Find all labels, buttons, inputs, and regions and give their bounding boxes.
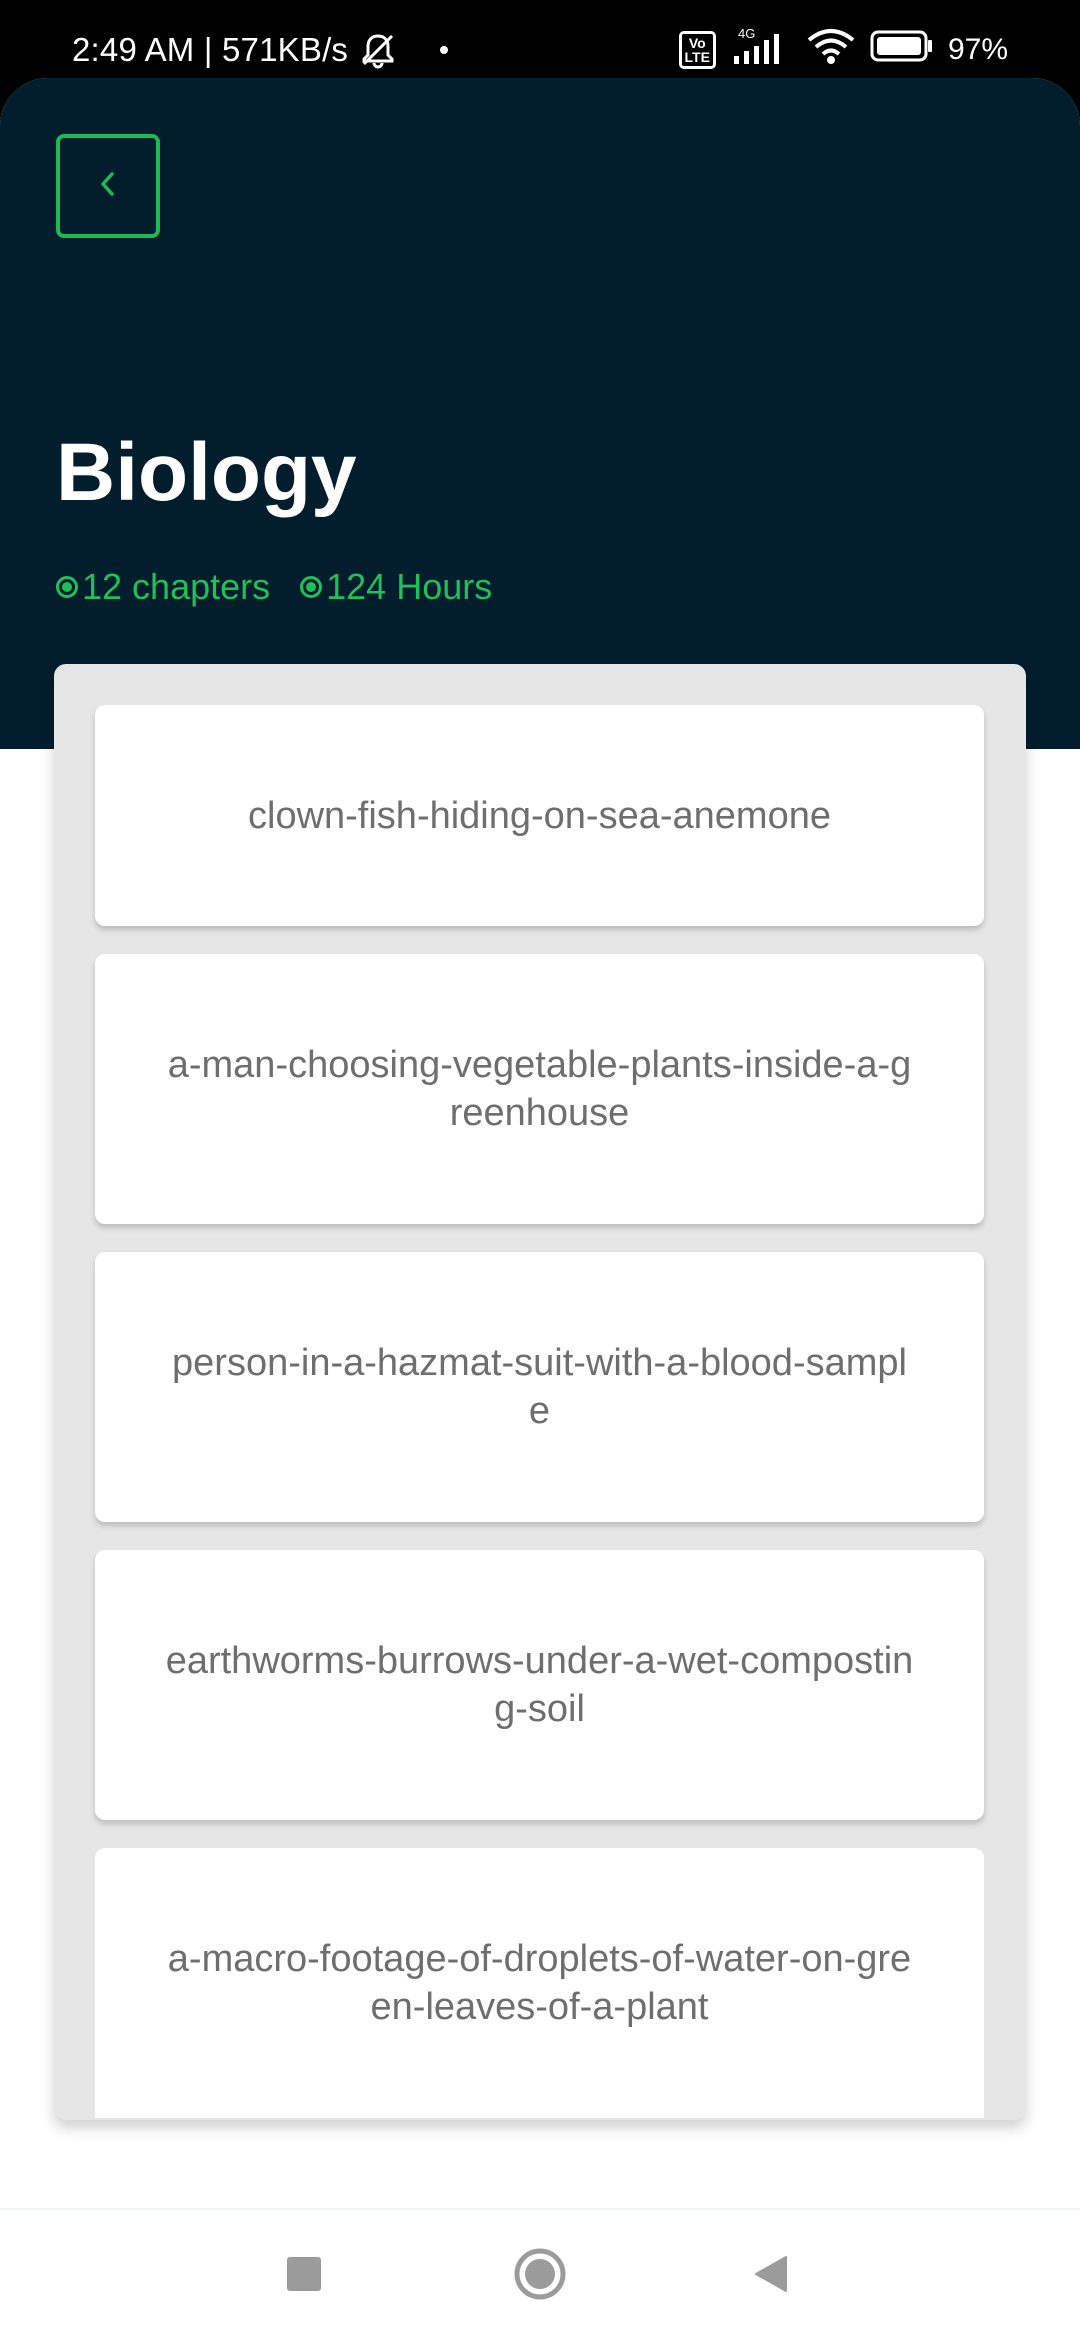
- app-screen: Biology 12 chapters 124 Hours clown-fish…: [0, 78, 1080, 2340]
- recents-button[interactable]: [244, 2210, 364, 2342]
- list-item-label: a-man-choosing-vegetable-plants-inside-a…: [167, 1044, 912, 1134]
- back-nav-button[interactable]: [712, 2210, 832, 2342]
- list-item-label: person-in-a-hazmat-suit-with-a-blood-sam…: [172, 1342, 907, 1432]
- hours-label: 124 Hours: [326, 566, 493, 607]
- battery-icon: [870, 29, 934, 71]
- notification-dot-icon: [440, 46, 449, 54]
- back-triangle-icon: [752, 2254, 792, 2299]
- battery-percent: 97%: [947, 33, 1008, 66]
- chapter-list[interactable]: clown-fish-hiding-on-sea-anemone a-man-c…: [54, 664, 1026, 2120]
- home-circle-icon: [513, 2247, 567, 2306]
- list-item-label: earthworms-burrows-under-a-wet-compostin…: [165, 1640, 914, 1730]
- svg-text:4G: 4G: [738, 26, 755, 41]
- home-button[interactable]: [480, 2210, 600, 2342]
- radio-dot-icon: [300, 576, 323, 598]
- radio-dot-icon: [56, 576, 78, 598]
- list-item[interactable]: person-in-a-hazmat-suit-with-a-blood-sam…: [95, 1252, 984, 1522]
- list-item[interactable]: clown-fish-hiding-on-sea-anemone: [95, 705, 984, 926]
- list-item-label: a-macro-footage-of-droplets-of-water-on-…: [167, 1938, 912, 2028]
- signal-icon: 4G: [730, 26, 792, 74]
- recents-square-icon: [285, 2255, 323, 2298]
- page-title: Biology: [56, 427, 357, 518]
- bell-muted-icon: [358, 30, 398, 70]
- wifi-icon: [806, 26, 856, 74]
- chevron-left-icon: [93, 169, 123, 204]
- status-time-speed: 2:49 AM | 571KB/s: [72, 31, 349, 68]
- system-nav-bar: [0, 2208, 1080, 2342]
- chapters-count: 12 chapters: [56, 566, 270, 608]
- list-item[interactable]: a-man-choosing-vegetable-plants-inside-a…: [95, 954, 984, 1224]
- list-item[interactable]: earthworms-burrows-under-a-wet-compostin…: [95, 1550, 984, 1820]
- status-bar: 2:49 AM | 571KB/s Vo LTE 4G 97%: [0, 0, 1080, 78]
- list-item[interactable]: a-macro-footage-of-droplets-of-water-on-…: [95, 1848, 984, 2118]
- chapters-label: 12 chapters: [82, 566, 271, 607]
- back-button[interactable]: [56, 134, 160, 238]
- hours-count: 124 Hours: [300, 566, 492, 608]
- volte-icon: Vo LTE: [678, 31, 716, 69]
- course-header: Biology 12 chapters 124 Hours: [0, 78, 1080, 749]
- course-meta: 12 chapters 124 Hours: [56, 566, 522, 608]
- list-item-label: clown-fish-hiding-on-sea-anemone: [248, 794, 831, 837]
